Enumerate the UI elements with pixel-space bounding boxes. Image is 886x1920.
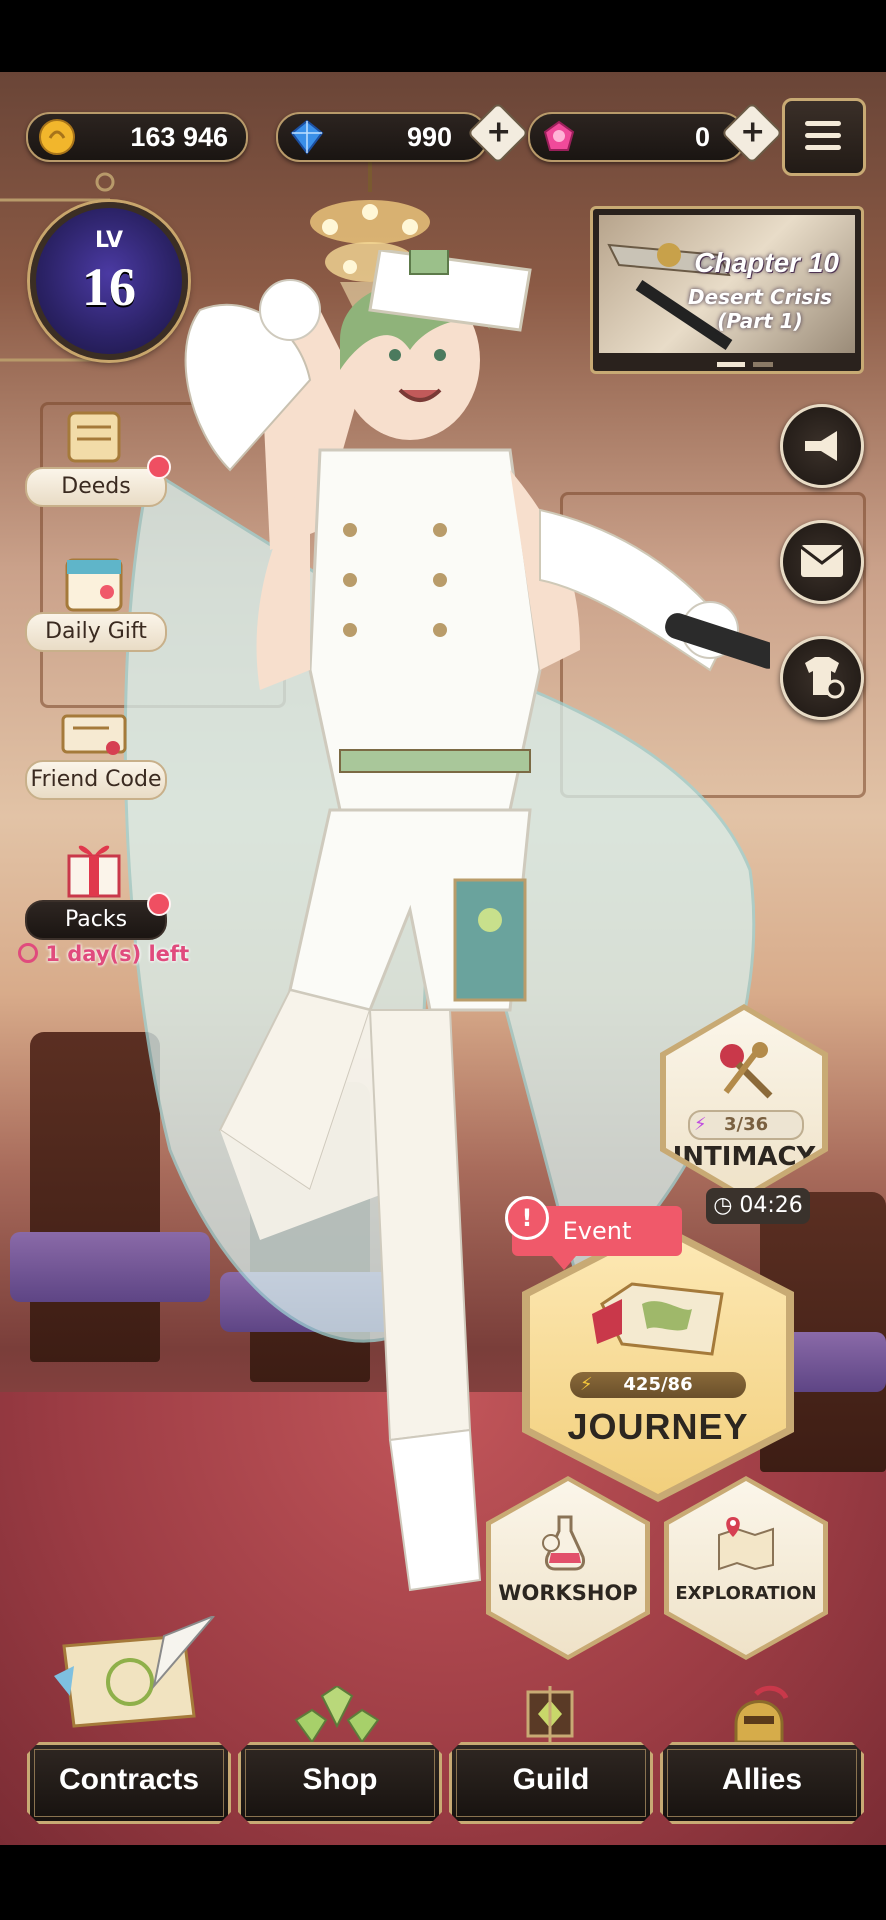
guild-banner-icon <box>526 1686 574 1748</box>
clock-icon: ◷ <box>713 1193 733 1218</box>
chapter-banner[interactable]: Chapter 10 Desert Crisis (Part 1) <box>590 206 864 374</box>
carousel-indicator <box>593 362 861 368</box>
chapter-subtitle: Desert Crisis (Part 1) <box>687 285 833 333</box>
journey-label: JOURNEY <box>567 1406 749 1447</box>
intimacy-label: INTIMACY <box>672 1142 816 1172</box>
gold-coin-icon <box>39 119 75 155</box>
nav-label: Guild <box>512 1763 590 1796</box>
main-menu-button[interactable] <box>782 98 866 176</box>
side-item-deeds[interactable]: Deeds <box>25 405 171 507</box>
map-scroll-icon <box>592 1282 724 1356</box>
gold-amount: 163 946 <box>130 122 228 152</box>
contract-scroll-quill-icon <box>54 1616 215 1728</box>
hamburger-icon <box>805 121 841 126</box>
pink-gem-icon <box>543 120 575 151</box>
side-item-label: Daily Gift <box>25 612 167 652</box>
gem-amount: 990 <box>406 122 452 152</box>
packs-timer-text: 1 day(s) left <box>45 942 190 966</box>
nav-guild[interactable]: Guild <box>449 1742 653 1824</box>
game-screen: 163 946 990 + 0 + LV 16 Deeds Daily Gift… <box>0 0 886 1920</box>
level-number: 16 <box>82 257 136 317</box>
nav-label: Allies <box>721 1763 803 1796</box>
intimacy-progress: ⚡ 3/36 <box>688 1110 804 1140</box>
mail-icon <box>800 545 844 577</box>
potion-flask-icon <box>542 1515 585 1571</box>
heart-gem-counter: 0 <box>528 112 746 162</box>
nav-contracts[interactable]: Contracts <box>27 1742 231 1824</box>
calendar-icon <box>65 558 123 612</box>
gift-box-icon <box>67 845 121 898</box>
chapter-title: Chapter 10 <box>694 247 839 278</box>
intimacy-timer: ◷ 04:26 <box>706 1188 810 1224</box>
side-item-label: Friend Code <box>25 760 167 800</box>
announcement-button[interactable] <box>780 404 864 488</box>
knight-helmet-icon <box>734 1685 789 1744</box>
jewels-icon <box>294 1686 380 1744</box>
side-item-packs[interactable]: Packs <box>25 836 171 940</box>
packs-timer: 1 day(s) left <box>18 942 189 966</box>
nav-label: Shop <box>302 1763 378 1796</box>
gem-counter: 990 <box>276 112 488 162</box>
heart-gem-amount: 0 <box>694 122 710 152</box>
nav-label: Contracts <box>58 1763 200 1796</box>
player-level-badge[interactable]: LV 16 <box>30 202 188 360</box>
mail-button[interactable] <box>780 520 864 604</box>
side-item-daily-gift[interactable]: Daily Gift <box>25 552 167 652</box>
chapter-artwork: Chapter 10 Desert Crisis (Part 1) <box>599 215 855 353</box>
notification-dot <box>147 455 171 479</box>
notification-dot <box>147 892 171 916</box>
keys-icon <box>720 1042 773 1099</box>
side-item-label: Deeds <box>25 467 167 507</box>
nav-shop[interactable]: Shop <box>238 1742 442 1824</box>
alert-icon: ! <box>505 1196 549 1240</box>
ticket-icon <box>61 714 127 755</box>
journey-progress: ⚡ 425/86 <box>570 1372 746 1398</box>
outfit-view-button[interactable] <box>780 636 864 720</box>
lightning-icon: ⚡ <box>694 1114 707 1135</box>
map-pin-icon <box>718 1517 774 1571</box>
side-item-friend-code[interactable]: Friend Code <box>25 702 167 802</box>
nav-allies[interactable]: Allies <box>660 1742 864 1824</box>
gold-counter: 163 946 <box>26 112 248 162</box>
exploration-label: EXPLORATION <box>675 1583 817 1604</box>
scroll-icon <box>67 411 121 463</box>
clock-icon <box>18 943 38 963</box>
megaphone-icon <box>805 431 837 461</box>
blue-diamond-icon <box>290 119 324 155</box>
workshop-label: WORKSHOP <box>498 1581 638 1605</box>
side-item-label: Packs <box>25 900 167 940</box>
level-prefix: LV <box>94 228 123 253</box>
wardrobe-icon <box>805 657 845 699</box>
